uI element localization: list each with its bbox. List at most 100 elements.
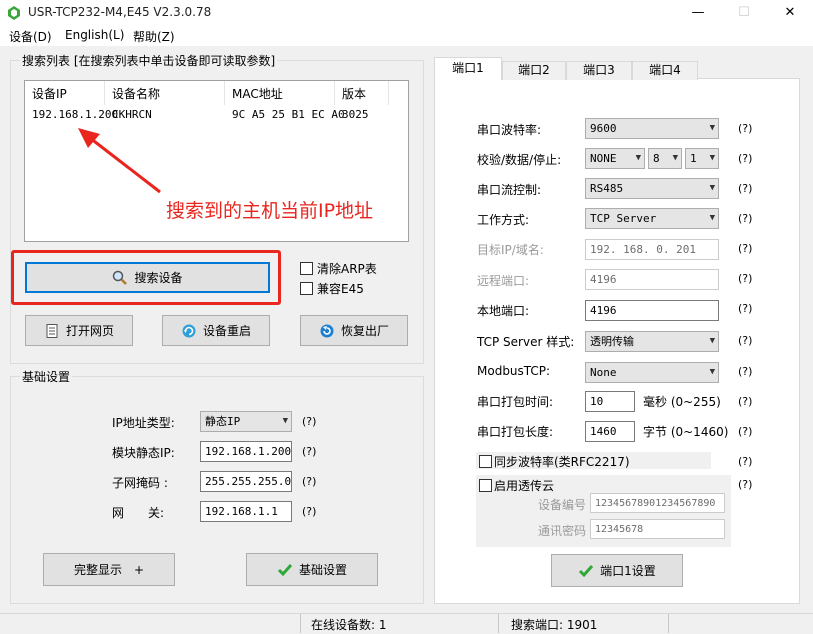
restore-factory-button[interactable]: 恢复出厂 (300, 315, 408, 346)
help-icon[interactable]: (?) (738, 395, 752, 408)
column-mac[interactable]: MAC地址 (225, 81, 335, 105)
baud-value: 9600 (590, 122, 617, 135)
tab-port1[interactable]: 端口1 (434, 57, 502, 80)
help-icon[interactable]: (?) (302, 475, 316, 488)
gateway-label: 网 关: (112, 506, 165, 520)
annotation-arrow-icon (78, 128, 161, 194)
checkmark-icon (579, 564, 594, 577)
help-icon[interactable]: (?) (302, 415, 316, 428)
stop-bits-select[interactable]: 1 ▼ (685, 148, 719, 169)
basic-settings-button[interactable]: 基础设置 (246, 553, 378, 586)
clear-arp-checkbox[interactable] (300, 262, 313, 275)
help-icon[interactable]: (?) (738, 272, 752, 285)
chevron-down-icon: ▼ (635, 153, 641, 163)
tab-port4[interactable]: 端口4 (632, 61, 698, 80)
row-mac[interactable]: 9C A5 25 B1 EC A0 (232, 107, 345, 123)
help-icon[interactable]: (?) (738, 334, 752, 347)
help-icon[interactable]: (?) (738, 302, 752, 315)
comm-pwd-label: 通讯密码 (538, 524, 587, 538)
column-version[interactable]: 版本 (335, 81, 389, 105)
compat-e45-checkbox[interactable] (300, 282, 313, 295)
menu-device[interactable]: 设备(D) (9, 28, 52, 45)
data-bits-value: 8 (653, 152, 660, 165)
column-device-ip[interactable]: 设备IP (25, 81, 105, 105)
subnet-input[interactable]: 255.255.255.0 (200, 471, 292, 492)
help-icon[interactable]: (?) (738, 478, 752, 491)
maximize-button[interactable]: ☐ (721, 0, 767, 26)
search-device-button[interactable]: 搜索设备 (25, 262, 270, 293)
subnet-label: 子网掩码 : (112, 476, 168, 490)
compat-e45-label: 兼容E45 (317, 282, 364, 296)
minimize-button[interactable]: — (675, 0, 721, 26)
restore-icon (320, 324, 334, 337)
close-button[interactable]: ✕ (767, 0, 813, 26)
flow-select[interactable]: RS485 ▼ (585, 178, 719, 199)
target-ip-input[interactable]: 192. 168. 0. 201 (585, 239, 719, 260)
restart-device-button[interactable]: 设备重启 (162, 315, 270, 346)
annotation-text: 搜索到的主机当前IP地址 (166, 200, 374, 222)
data-bits-select[interactable]: 8 ▼ (648, 148, 682, 169)
menu-help[interactable]: 帮助(Z) (133, 28, 175, 45)
help-icon[interactable]: (?) (302, 445, 316, 458)
help-icon[interactable]: (?) (738, 182, 752, 195)
sync-baud-label: 同步波特率(类RFC2217) (494, 455, 630, 469)
port-apply-label: 端口1设置 (600, 564, 656, 578)
app-logo-icon (8, 6, 20, 20)
comm-pwd-input[interactable]: 12345678 (590, 519, 725, 539)
chevron-down-icon: ▼ (709, 183, 715, 193)
cloud-checkbox[interactable] (479, 479, 492, 492)
baud-label: 串口波特率: (477, 123, 542, 137)
help-icon[interactable]: (?) (738, 152, 752, 165)
modbus-label: ModbusTCP: (477, 364, 551, 378)
flow-label: 串口流控制: (477, 183, 542, 197)
pack-time-input[interactable]: 10 (585, 391, 635, 412)
parity-value: NONE (590, 152, 617, 165)
modbus-select[interactable]: None ▼ (585, 362, 719, 383)
status-separator (668, 614, 669, 633)
tab-port3[interactable]: 端口3 (566, 61, 632, 80)
help-icon[interactable]: (?) (738, 242, 752, 255)
ip-type-select[interactable]: 静态IP ▼ (200, 411, 292, 432)
baud-select[interactable]: 9600 ▼ (585, 118, 719, 139)
help-icon[interactable]: (?) (738, 365, 752, 378)
sync-baud-checkbox[interactable] (479, 455, 492, 468)
chevron-down-icon: ▼ (709, 123, 715, 133)
row-version[interactable]: 3025 (342, 107, 369, 123)
full-display-button[interactable]: 完整显示 + (43, 553, 175, 586)
mode-select[interactable]: TCP Server ▼ (585, 208, 719, 229)
status-separator (498, 614, 499, 633)
mode-value: TCP Server (590, 212, 657, 225)
remote-port-input[interactable]: 4196 (585, 269, 719, 290)
help-icon[interactable]: (?) (738, 425, 752, 438)
parity-select[interactable]: NONE ▼ (585, 148, 645, 169)
open-web-label: 打开网页 (65, 324, 114, 338)
pack-time-label: 串口打包时间: (477, 395, 554, 409)
open-web-button[interactable]: 打开网页 (25, 315, 133, 346)
tab-port2[interactable]: 端口2 (502, 61, 566, 80)
pack-len-input[interactable]: 1460 (585, 421, 635, 442)
status-separator (300, 614, 301, 633)
cloud-label: 启用透传云 (494, 479, 555, 493)
modbus-value: None (590, 366, 617, 379)
column-device-name[interactable]: 设备名称 (105, 81, 225, 105)
device-no-input[interactable]: 12345678901234567890 (590, 493, 725, 513)
server-style-select[interactable]: 透明传输 ▼ (585, 331, 719, 352)
pack-time-unit: 毫秒 (0~255) (643, 395, 721, 409)
stop-bits-value: 1 (690, 152, 697, 165)
chevron-down-icon: ▼ (709, 153, 715, 163)
port-apply-button[interactable]: 端口1设置 (551, 554, 683, 587)
basic-settings-title: 基础设置 (20, 368, 73, 385)
chevron-down-icon: ▼ (282, 416, 288, 426)
ip-type-label: IP地址类型: (112, 416, 175, 430)
search-device-label: 搜索设备 (134, 271, 183, 285)
gateway-input[interactable]: 192.168.1.1 (200, 501, 292, 522)
help-icon[interactable]: (?) (738, 455, 752, 468)
search-port: 搜索端口: 1901 (511, 618, 598, 632)
static-ip-input[interactable]: 192.168.1.200 (200, 441, 292, 462)
menu-language[interactable]: English(L) (65, 28, 124, 42)
status-bar (0, 613, 813, 634)
help-icon[interactable]: (?) (738, 212, 752, 225)
local-port-input[interactable]: 4196 (585, 300, 719, 321)
help-icon[interactable]: (?) (738, 122, 752, 135)
help-icon[interactable]: (?) (302, 505, 316, 518)
